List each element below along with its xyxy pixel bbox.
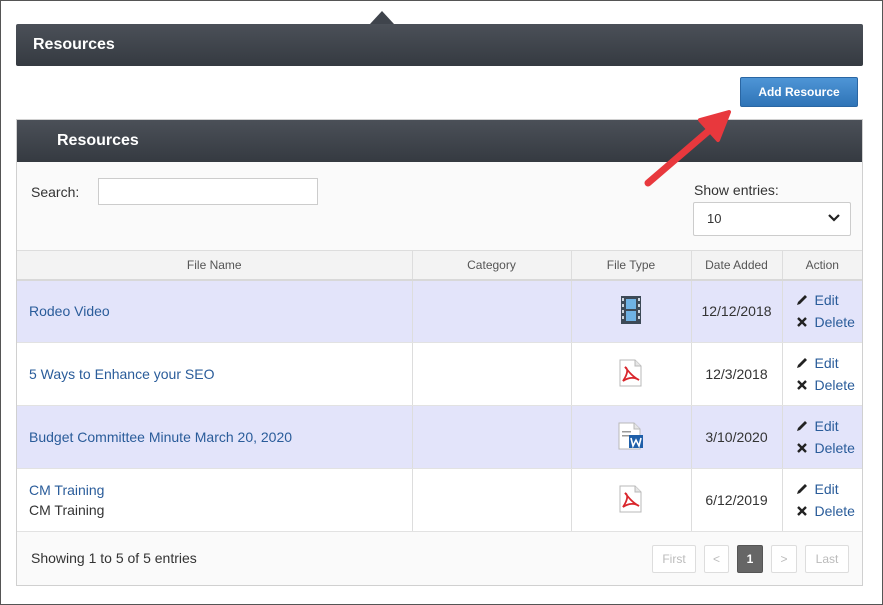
callout-arrow-icon	[644, 110, 731, 187]
